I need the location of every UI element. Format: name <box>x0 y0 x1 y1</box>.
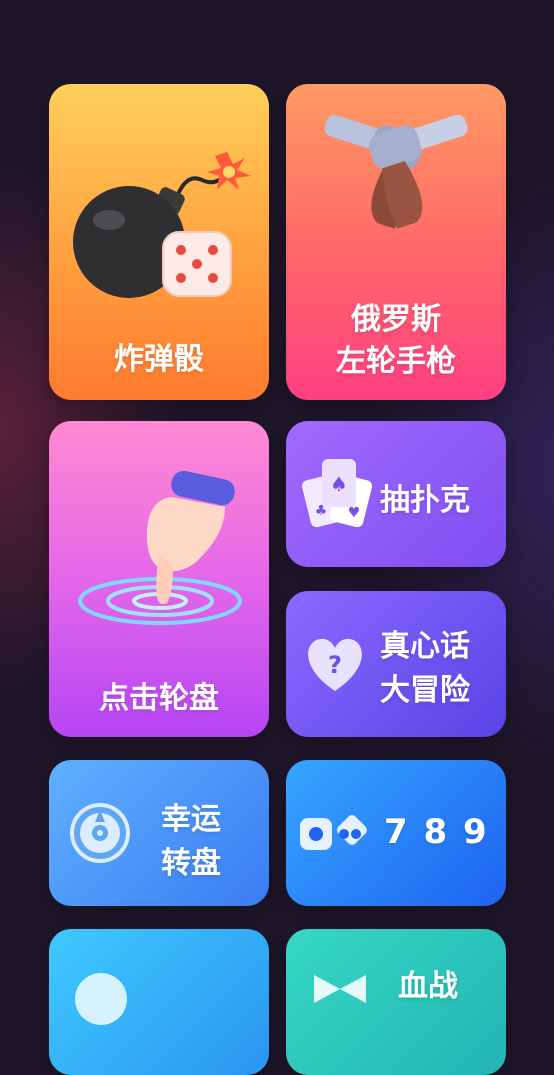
game-card-bottom-left[interactable] <box>49 929 269 1075</box>
question-heart-icon: ? <box>308 638 362 691</box>
svg-text:♣: ♣ <box>315 503 328 519</box>
svg-text:♠: ♠ <box>330 472 348 496</box>
game-card-789[interactable]: 7 8 9 <box>286 760 506 906</box>
game-card-tap-wheel[interactable]: 点击轮盘 <box>49 421 269 737</box>
card-label: 血战 <box>398 969 458 1004</box>
card-label-line2: 转盘 <box>161 846 221 881</box>
playing-cards-icon: ♠ ♣ ♥ <box>302 459 373 528</box>
dice-pair-icon <box>300 815 367 850</box>
card-label-line1: 真心话 <box>380 629 470 664</box>
game-card-bomb-dice[interactable]: 炸弹骰 <box>49 84 269 400</box>
game-card-truth-or-dare[interactable]: ? 真心话 大冒险 <box>286 591 506 737</box>
svg-text:?: ? <box>328 651 342 679</box>
game-card-russian-roulette[interactable]: 俄罗斯 左轮手枪 <box>286 84 506 400</box>
bomb-dice-icon <box>73 152 251 298</box>
card-label-line1: 幸运 <box>161 802 221 837</box>
tap-finger-icon <box>78 471 242 625</box>
card-label-line2: 左轮手枪 <box>336 344 456 379</box>
game-card-bottom-right[interactable]: 血战 <box>286 929 506 1075</box>
game-card-lucky-wheel[interactable]: 幸运 转盘 <box>49 760 269 906</box>
card-label-line2: 大冒险 <box>380 673 470 708</box>
bow-icon <box>314 975 366 1003</box>
card-label: 炸弹骰 <box>114 342 204 377</box>
card-label: 7 8 9 <box>384 812 489 852</box>
spin-wheel-icon <box>70 803 130 863</box>
card-label: 抽扑克 <box>380 483 470 518</box>
revolvers-icon <box>324 114 468 229</box>
card-label-line1: 俄罗斯 <box>351 302 441 337</box>
game-icon <box>75 973 127 1025</box>
card-label: 点击轮盘 <box>99 681 219 716</box>
svg-text:♥: ♥ <box>348 505 361 521</box>
game-card-draw-poker[interactable]: ♠ ♣ ♥ 抽扑克 <box>286 421 506 567</box>
